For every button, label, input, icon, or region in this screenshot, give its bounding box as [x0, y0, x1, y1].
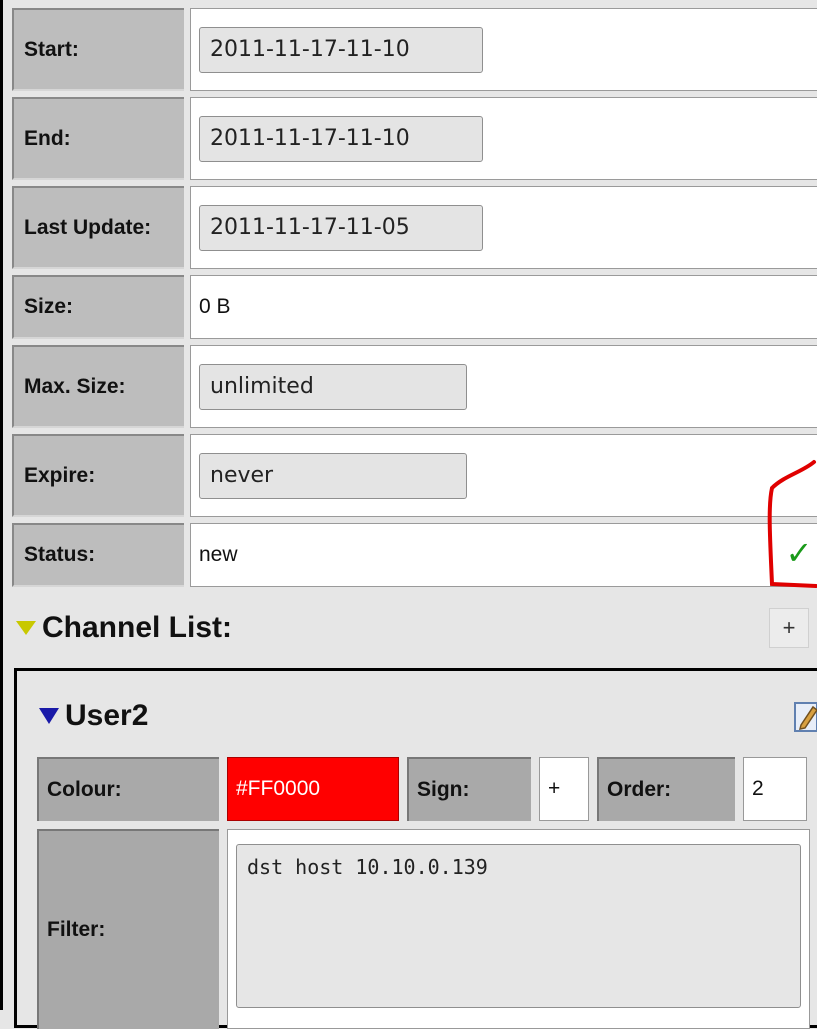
end-label: End:: [12, 97, 184, 180]
last-update-row: Last Update: 2011-11-17-11-05: [12, 186, 817, 269]
order-value[interactable]: 2: [743, 757, 807, 821]
max-size-cell: unlimited: [190, 345, 817, 428]
properties-table: Start: 2011-11-17-11-10 End: 2011-11-17-…: [12, 8, 817, 593]
status-label: Status:: [12, 523, 184, 587]
channel-list-header: Channel List: +: [14, 600, 817, 656]
channel-name: User2: [65, 699, 149, 732]
max-size-field[interactable]: unlimited: [199, 363, 467, 410]
filter-row: Filter: dst host 10.10.0.139: [37, 829, 810, 1029]
max-size-row: Max. Size: unlimited: [12, 345, 817, 428]
filter-textarea[interactable]: dst host 10.10.0.139: [236, 844, 801, 1008]
last-update-field[interactable]: 2011-11-17-11-05: [199, 204, 483, 251]
filter-label: Filter:: [37, 829, 219, 1029]
expire-field[interactable]: never: [199, 452, 467, 499]
channel-panel: User2 Colour: #FF0000 Sign: + Order: 2 F…: [14, 668, 817, 1029]
expire-row: Expire: never: [12, 434, 817, 517]
start-label: Start:: [12, 8, 184, 91]
expire-label: Expire:: [12, 434, 184, 517]
edit-icon[interactable]: [793, 699, 817, 733]
start-field[interactable]: 2011-11-17-11-10: [199, 26, 483, 73]
red-highlight-annotation: [767, 460, 817, 588]
colour-label: Colour:: [37, 757, 219, 821]
channel-header: User2: [39, 699, 148, 733]
end-row: End: 2011-11-17-11-10: [12, 97, 817, 180]
colour-value[interactable]: #FF0000: [227, 757, 399, 821]
size-value: 0 B: [190, 275, 817, 339]
end-cell: 2011-11-17-11-10: [190, 97, 817, 180]
left-border: [0, 0, 3, 1010]
max-size-label: Max. Size:: [12, 345, 184, 428]
channel-list-title: Channel List:: [42, 611, 233, 644]
status-value: new: [199, 543, 238, 566]
expire-cell: never: [190, 434, 817, 517]
order-label: Order:: [597, 757, 735, 821]
status-cell: new ✓: [190, 523, 817, 587]
last-update-label: Last Update:: [12, 186, 184, 269]
status-row: Status: new ✓: [12, 523, 817, 587]
channel-attributes: Colour: #FF0000 Sign: + Order: 2: [37, 757, 807, 821]
end-field[interactable]: 2011-11-17-11-10: [199, 115, 483, 162]
add-channel-button[interactable]: +: [769, 608, 809, 648]
collapse-triangle-icon[interactable]: [39, 708, 59, 724]
filter-cell: dst host 10.10.0.139: [227, 829, 810, 1029]
size-label: Size:: [12, 275, 184, 339]
size-row: Size: 0 B: [12, 275, 817, 339]
sign-value[interactable]: +: [539, 757, 589, 821]
last-update-cell: 2011-11-17-11-05: [190, 186, 817, 269]
start-cell: 2011-11-17-11-10: [190, 8, 817, 91]
collapse-triangle-icon[interactable]: [16, 621, 36, 635]
sign-label: Sign:: [407, 757, 531, 821]
start-row: Start: 2011-11-17-11-10: [12, 8, 817, 91]
